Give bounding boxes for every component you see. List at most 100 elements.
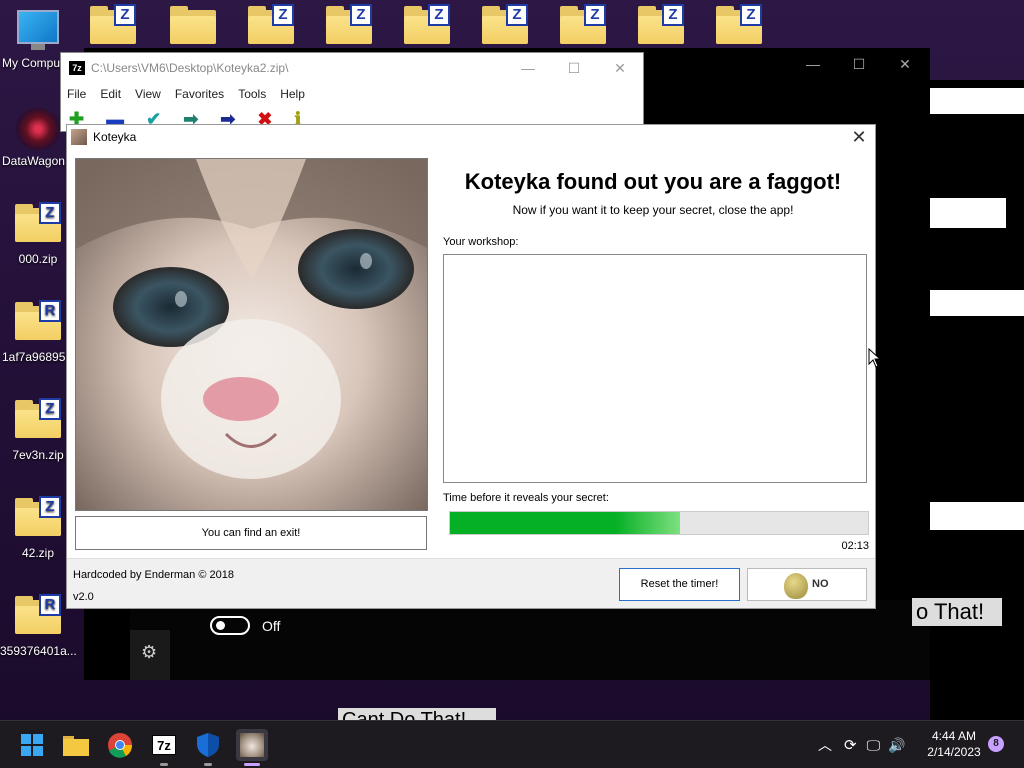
clock-date: 2/14/2023 [927,745,981,759]
toggle-switch[interactable] [210,616,250,635]
cat-image [75,158,428,511]
workshop-label: Your workshop: [443,236,519,248]
maximize-icon[interactable]: ☐ [551,53,597,83]
file-explorer-button[interactable] [60,729,92,761]
zip-badge-icon: Z [39,398,61,420]
sync-icon[interactable]: ⟳ [844,736,857,754]
chevron-up-icon[interactable]: ︿ [818,735,832,755]
koteyka-taskbar-button[interactable] [236,729,268,761]
windows-logo-icon [21,734,43,756]
network-icon[interactable]: 🖵 [867,737,881,754]
timer-label: Time before it reveals your secret: [443,492,609,504]
chrome-icon [108,733,133,758]
desktop-icon-1af7a96895[interactable]: R 1af7a96895 [0,300,76,364]
zip-badge-icon: Z [39,202,61,224]
close-icon[interactable]: ✕ [597,53,643,83]
baldi-button[interactable]: NO [747,568,867,601]
desktop-icon-zip[interactable]: Z [716,4,762,44]
desktop-icon-zip[interactable]: Z [248,4,294,44]
white-bar [930,198,1006,228]
menu-edit[interactable]: Edit [100,87,121,101]
menu-tools[interactable]: Tools [238,87,266,101]
menu-file[interactable]: File [67,87,86,101]
active-indicator [244,763,260,766]
settings-panel [130,600,930,680]
zip-badge-icon: Z [584,4,606,26]
zip-badge-icon: Z [350,4,372,26]
baldi-head-icon [784,573,808,599]
running-indicator [204,763,212,766]
mouse-cursor-icon [868,347,882,371]
dialog-titlebar[interactable]: Koteyka [67,125,875,149]
gear-icon[interactable]: ⚙ [141,642,157,663]
do-that-popup: o That! [912,598,1002,626]
taskbar: 7z ︿ ⟳ 🖵 🔊 4:44 AM 2/14/2023 8 [0,720,1024,768]
menu-view[interactable]: View [135,87,161,101]
footer-credit: Hardcoded by Enderman © 2018 [73,569,234,581]
clock[interactable]: 4:44 AM 2/14/2023 [924,728,984,760]
timer-progress-bar [449,511,869,535]
dialog-headline: Koteyka found out you are a faggot! [464,169,842,194]
running-indicator [160,763,168,766]
workshop-textarea[interactable] [443,254,867,483]
desktop-icon-zip[interactable]: Z [90,4,136,44]
monitor-icon [17,10,59,50]
desktop-icon-zip[interactable]: Z [638,4,684,44]
datawagon-icon [16,108,60,150]
background-window-controls: — ☐ ✕ [790,50,928,78]
desktop-icon-zip[interactable]: Z [404,4,450,44]
toggle-label: Off [262,618,281,634]
zip-badge-icon: Z [506,4,528,26]
defender-button[interactable] [192,729,224,761]
sevenzip-menubar: File Edit View Favorites Tools Help [61,83,643,105]
sevenzip-taskbar-button[interactable]: 7z [148,729,180,761]
zip-badge-icon: Z [114,4,136,26]
sevenzip-title: C:\Users\VM6\Desktop\Koteyka2.zip\ [91,61,289,75]
white-bar [930,290,1024,316]
koteyka-dialog: Koteyka ✕ You can find an exit! Koteyka … [66,124,876,609]
white-bar [930,502,1024,530]
desktop-icon-zip[interactable]: Z [560,4,606,44]
system-tray: ︿ ⟳ 🖵 🔊 [818,721,916,768]
desktop-icon-folder[interactable] [170,6,216,44]
zip-badge-icon: Z [272,4,294,26]
volume-icon[interactable]: 🔊 [888,737,905,754]
cat-app-icon [240,733,264,757]
dialog-footer: Hardcoded by Enderman © 2018 v2.0 Reset … [67,558,875,608]
dialog-title: Koteyka [93,130,137,144]
start-button[interactable] [16,729,48,761]
reset-timer-button[interactable]: Reset the timer! [619,568,740,601]
desktop-icon-359376401a[interactable]: R 359376401a... [0,594,76,658]
menu-help[interactable]: Help [280,87,305,101]
zip-badge-icon: Z [740,4,762,26]
time-left: 02:13 [841,540,869,552]
desktop-icon-zip[interactable]: Z [482,4,528,44]
shield-icon [197,733,219,757]
desktop-icon-7ev3n-zip[interactable]: Z 7ev3n.zip [0,398,76,462]
desktop-icon-zip[interactable]: Z [326,4,372,44]
zip-badge-icon: Z [662,4,684,26]
zip-badge-icon: Z [428,4,450,26]
close-icon[interactable]: ✕ [882,50,928,78]
close-icon[interactable]: ✕ [849,127,869,147]
menu-favorites[interactable]: Favorites [175,87,224,101]
minimize-icon[interactable]: — [505,53,551,83]
sevenzip-logo-icon: 7z [69,61,85,75]
sevenzip-logo-icon: 7z [152,735,176,755]
rar-badge-icon: R [39,300,61,322]
sevenzip-window: 7z C:\Users\VM6\Desktop\Koteyka2.zip\ — … [60,52,644,132]
exit-button[interactable]: You can find an exit! [75,516,427,550]
dialog-subline: Now if you want it to keep your secret, … [512,203,794,217]
rar-badge-icon: R [39,594,61,616]
folder-icon [63,736,89,756]
chrome-button[interactable] [104,729,136,761]
cat-app-icon [71,129,87,145]
version-label: v2.0 [73,591,94,603]
maximize-icon[interactable]: ☐ [836,50,882,78]
clock-time: 4:44 AM [931,729,977,743]
minimize-icon[interactable]: — [790,50,836,78]
notification-badge[interactable]: 8 [988,736,1004,752]
desktop-icon-42-zip[interactable]: Z 42.zip [0,496,76,560]
desktop-icon-000-zip[interactable]: Z 000.zip [0,202,76,266]
white-bar [930,88,1024,114]
